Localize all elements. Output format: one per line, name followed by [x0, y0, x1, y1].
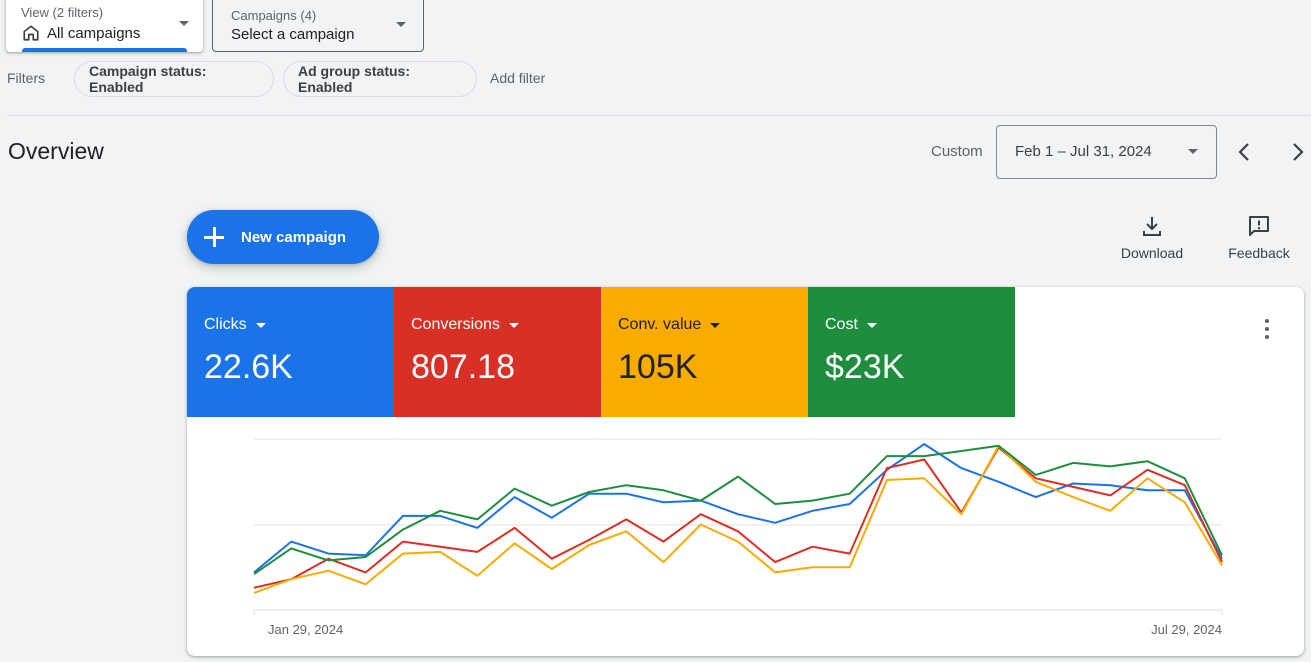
filter-chip-campaign-status[interactable]: Campaign status: Enabled: [74, 61, 274, 97]
plus-icon: [204, 227, 224, 247]
more-options-icon[interactable]: [1261, 318, 1273, 340]
view-picker-chevron-down-icon: [179, 21, 189, 26]
next-period-button[interactable]: [1285, 139, 1311, 165]
metric-dropdown[interactable]: Conversions: [411, 316, 519, 334]
metric-value: 105K: [618, 348, 698, 386]
campaign-picker[interactable]: Campaigns (4) Select a campaign: [212, 0, 424, 52]
chevron-left-icon: [1238, 143, 1249, 161]
download-icon: [1143, 217, 1161, 236]
campaign-picker-chevron-down-icon: [396, 22, 406, 27]
chevron-down-icon: [508, 322, 519, 328]
feedback-button[interactable]: Feedback: [1224, 214, 1294, 261]
metric-tile-conv-value[interactable]: Conv. value 105K: [601, 287, 808, 417]
download-button[interactable]: Download: [1116, 214, 1188, 261]
metric-value: $23K: [825, 348, 905, 386]
filters-label: Filters: [7, 70, 46, 86]
feedback-icon: [1249, 216, 1269, 236]
date-range-picker[interactable]: Feb 1 – Jul 31, 2024: [996, 125, 1217, 179]
performance-chart: Jan 29, 2024 Jul 29, 2024: [253, 438, 1223, 637]
home-icon: [23, 25, 39, 41]
metric-tile-conversions[interactable]: Conversions 807.18: [394, 287, 601, 417]
view-picker-value-row: All campaigns: [22, 24, 140, 42]
metric-tile-clicks[interactable]: Clicks 22.6K: [187, 287, 394, 417]
page-title: Overview: [8, 138, 104, 164]
view-picker-value: All campaigns: [47, 24, 141, 42]
x-tick-label-end: Jul 29, 2024: [1151, 622, 1222, 637]
chevron-down-icon: [255, 322, 266, 328]
new-campaign-label: New campaign: [241, 228, 347, 246]
section-divider: [7, 115, 1311, 116]
chevron-down-icon: [710, 322, 721, 328]
metric-dropdown[interactable]: Cost: [825, 316, 877, 334]
add-filter-button[interactable]: Add filter: [490, 70, 545, 86]
date-range-type: Custom: [931, 143, 983, 160]
new-campaign-button[interactable]: New campaign: [187, 210, 379, 264]
chevron-right-icon: [1293, 143, 1304, 161]
view-picker[interactable]: View (2 filters) All campaigns: [6, 0, 203, 52]
filter-chip-ad-group-status[interactable]: Ad group status: Enabled: [283, 61, 477, 97]
date-range-chevron-down-icon: [1188, 149, 1198, 154]
metric-label: Conv. value: [618, 316, 702, 333]
x-tick-label-start: Jan 29, 2024: [268, 622, 343, 637]
metric-label: Conversions: [411, 316, 500, 333]
metric-tile-cost[interactable]: Cost $23K: [808, 287, 1015, 417]
date-range-value: Feb 1 – Jul 31, 2024: [1015, 143, 1152, 160]
performance-card: Clicks 22.6K Conversions 807.18 Conv. va…: [187, 287, 1304, 656]
campaign-picker-value: Select a campaign: [231, 26, 355, 43]
view-picker-subtitle: View (2 filters): [21, 5, 104, 20]
metric-label: Cost: [825, 316, 858, 333]
series-line-3: [253, 444, 1223, 575]
series-line-1: [253, 446, 1223, 589]
metric-dropdown[interactable]: Conv. value: [618, 316, 721, 334]
feedback-label: Feedback: [1228, 245, 1290, 261]
download-label: Download: [1120, 245, 1184, 261]
metric-label: Clicks: [204, 316, 247, 333]
view-picker-active-indicator: [22, 48, 187, 52]
campaign-picker-subtitle: Campaigns (4): [231, 8, 317, 23]
chevron-down-icon: [866, 322, 877, 328]
metric-dropdown[interactable]: Clicks: [204, 316, 266, 334]
previous-period-button[interactable]: [1231, 139, 1257, 165]
metric-value: 22.6K: [204, 348, 293, 386]
metric-value: 807.18: [411, 348, 515, 386]
